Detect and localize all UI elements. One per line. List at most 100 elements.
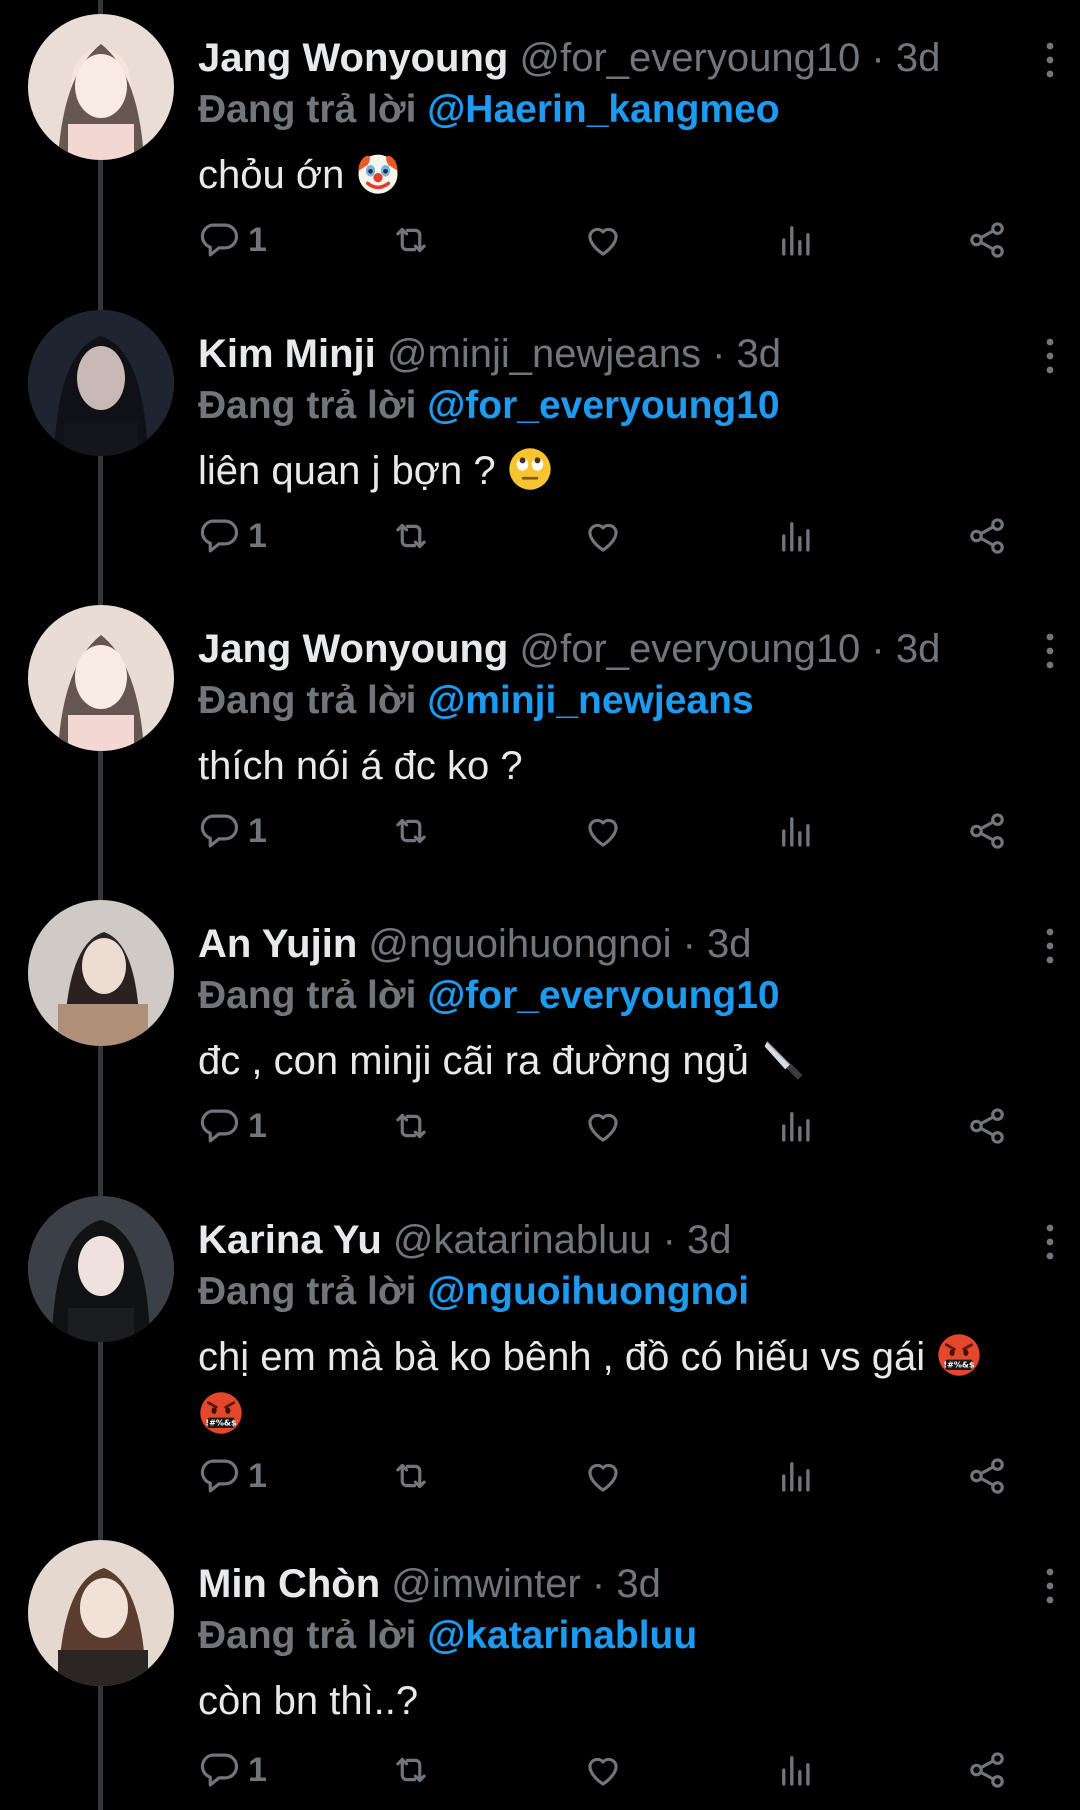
avatar[interactable] bbox=[28, 605, 174, 751]
tweet-actions: 1 bbox=[0, 1446, 1080, 1506]
reply-count: 1 bbox=[248, 1750, 267, 1789]
timestamp[interactable]: 3d bbox=[896, 627, 941, 671]
rolling-eyes-face-emoji-icon bbox=[507, 446, 553, 492]
retweet-icon bbox=[390, 515, 432, 557]
reply-button[interactable]: 1 bbox=[198, 506, 267, 566]
views-button[interactable] bbox=[775, 1096, 817, 1156]
more-icon[interactable] bbox=[1038, 631, 1062, 671]
replying-to-label: Đang trả lời bbox=[198, 1270, 417, 1313]
display-name[interactable]: Jang Wonyoung bbox=[198, 36, 508, 80]
share-button[interactable] bbox=[966, 1096, 1008, 1156]
separator-dot: · bbox=[701, 332, 737, 376]
more-icon[interactable] bbox=[1038, 336, 1062, 376]
replying-to-handle[interactable]: @nguoihuongnoi bbox=[427, 1270, 749, 1313]
heart-icon bbox=[582, 515, 624, 557]
timestamp[interactable]: 3d bbox=[707, 922, 752, 966]
timestamp[interactable]: 3d bbox=[687, 1218, 732, 1262]
like-button[interactable] bbox=[582, 506, 624, 566]
share-button[interactable] bbox=[966, 1740, 1008, 1800]
share-icon bbox=[966, 1105, 1008, 1147]
display-name[interactable]: Kim Minji bbox=[198, 332, 376, 376]
replying-to-label: Đang trả lời bbox=[198, 384, 417, 427]
timestamp[interactable]: 3d bbox=[616, 1562, 661, 1606]
reply-button[interactable]: 1 bbox=[198, 801, 267, 861]
handle[interactable]: @for_everyoung10 bbox=[519, 36, 860, 80]
replying-to-label: Đang trả lời bbox=[198, 1614, 417, 1657]
avatar[interactable] bbox=[28, 1540, 174, 1686]
tweet-text: đc , con minji cãi ra đường ngủ bbox=[198, 1039, 750, 1083]
views-button[interactable] bbox=[775, 210, 817, 270]
timestamp[interactable]: 3d bbox=[737, 332, 782, 376]
display-name[interactable]: Karina Yu bbox=[198, 1218, 382, 1262]
separator-dot: · bbox=[580, 1562, 617, 1606]
retweet-icon bbox=[390, 219, 432, 261]
replying-to-handle[interactable]: @Haerin_kangmeo bbox=[427, 88, 779, 131]
handle[interactable]: @katarinabluu bbox=[393, 1218, 652, 1262]
heart-icon bbox=[582, 1455, 624, 1497]
avatar[interactable] bbox=[28, 310, 174, 456]
views-button[interactable] bbox=[775, 801, 817, 861]
tweet-actions: 1 bbox=[0, 506, 1080, 566]
like-button[interactable] bbox=[582, 210, 624, 270]
tweet-actions: 1 bbox=[0, 210, 1080, 270]
reply-button[interactable]: 1 bbox=[198, 1096, 267, 1156]
handle[interactable]: @nguoihuongnoi bbox=[368, 922, 671, 966]
replying-to-handle[interactable]: @minji_newjeans bbox=[427, 679, 753, 722]
cursing-face-emoji-icon bbox=[936, 1332, 982, 1378]
views-icon bbox=[775, 515, 817, 557]
reply-button[interactable]: 1 bbox=[198, 1446, 267, 1506]
handle[interactable]: @minji_newjeans bbox=[387, 332, 701, 376]
retweet-button[interactable] bbox=[390, 801, 432, 861]
reply-count: 1 bbox=[248, 220, 267, 259]
views-button[interactable] bbox=[775, 1446, 817, 1506]
more-icon[interactable] bbox=[1038, 926, 1062, 966]
replying-to-handle[interactable]: @for_everyoung10 bbox=[427, 384, 779, 427]
retweet-button[interactable] bbox=[390, 1740, 432, 1800]
reply-count: 1 bbox=[248, 516, 267, 555]
separator-dot: · bbox=[671, 922, 708, 966]
share-icon bbox=[966, 515, 1008, 557]
more-icon[interactable] bbox=[1038, 1222, 1062, 1262]
heart-icon bbox=[582, 810, 624, 852]
views-button[interactable] bbox=[775, 506, 817, 566]
share-button[interactable] bbox=[966, 210, 1008, 270]
replying-to-label: Đang trả lời bbox=[198, 974, 417, 1017]
retweet-icon bbox=[390, 1749, 432, 1791]
retweet-button[interactable] bbox=[390, 1096, 432, 1156]
like-button[interactable] bbox=[582, 1740, 624, 1800]
heart-icon bbox=[582, 1105, 624, 1147]
share-button[interactable] bbox=[966, 506, 1008, 566]
like-button[interactable] bbox=[582, 801, 624, 861]
knife-emoji-icon bbox=[760, 1036, 806, 1082]
avatar[interactable] bbox=[28, 14, 174, 160]
display-name[interactable]: An Yujin bbox=[198, 922, 357, 966]
retweet-icon bbox=[390, 810, 432, 852]
more-icon[interactable] bbox=[1038, 40, 1062, 80]
more-icon[interactable] bbox=[1038, 1566, 1062, 1606]
separator-dot: · bbox=[651, 1218, 688, 1262]
replying-to-handle[interactable]: @katarinabluu bbox=[427, 1614, 697, 1657]
retweet-button[interactable] bbox=[390, 210, 432, 270]
tweet-actions: 1 bbox=[0, 801, 1080, 861]
retweet-button[interactable] bbox=[390, 1446, 432, 1506]
replying-to-handle[interactable]: @for_everyoung10 bbox=[427, 974, 779, 1017]
like-button[interactable] bbox=[582, 1446, 624, 1506]
reply-button[interactable]: 1 bbox=[198, 1740, 267, 1800]
heart-icon bbox=[582, 219, 624, 261]
views-button[interactable] bbox=[775, 1740, 817, 1800]
display-name[interactable]: Jang Wonyoung bbox=[198, 627, 508, 671]
retweet-icon bbox=[390, 1105, 432, 1147]
avatar[interactable] bbox=[28, 900, 174, 1046]
clown-face-emoji-icon bbox=[355, 150, 401, 196]
share-button[interactable] bbox=[966, 801, 1008, 861]
like-button[interactable] bbox=[582, 1096, 624, 1156]
handle[interactable]: @for_everyoung10 bbox=[519, 627, 860, 671]
share-button[interactable] bbox=[966, 1446, 1008, 1506]
retweet-button[interactable] bbox=[390, 506, 432, 566]
handle[interactable]: @imwinter bbox=[391, 1562, 581, 1606]
reply-button[interactable]: 1 bbox=[198, 210, 267, 270]
timestamp[interactable]: 3d bbox=[896, 36, 941, 80]
reply-count: 1 bbox=[248, 811, 267, 850]
display-name[interactable]: Min Chòn bbox=[198, 1562, 380, 1606]
avatar[interactable] bbox=[28, 1196, 174, 1342]
